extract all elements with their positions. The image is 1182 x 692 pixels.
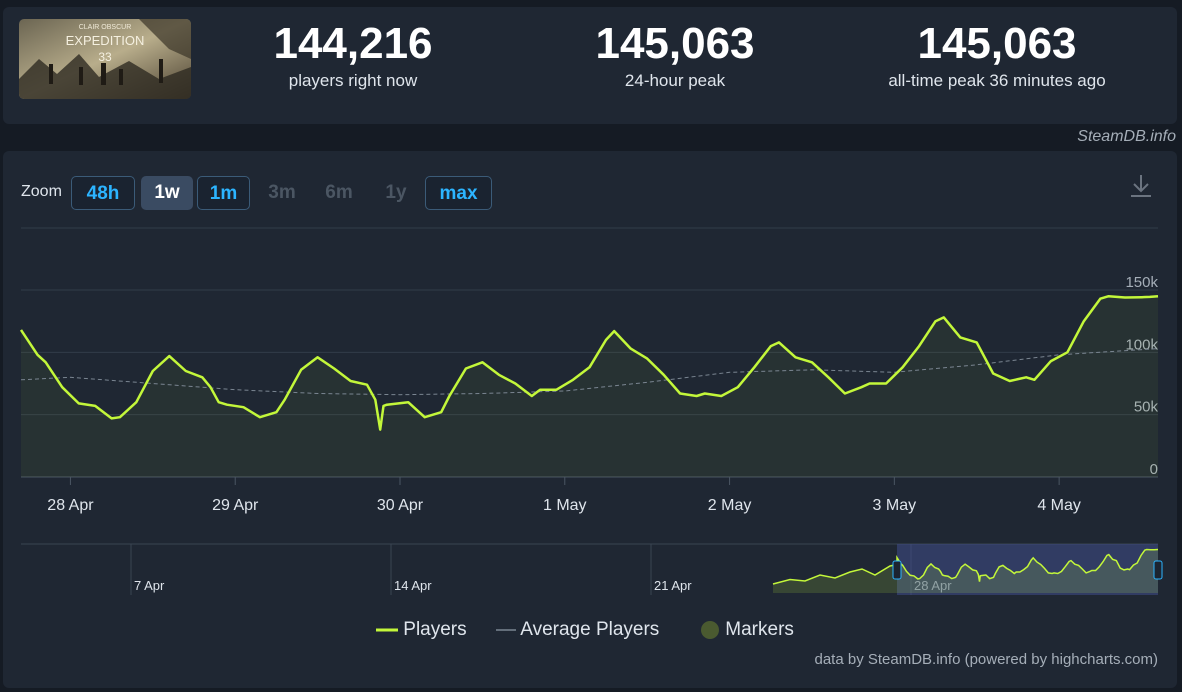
markers-legend-dot-icon <box>701 620 719 639</box>
legend-markers[interactable]: Markers <box>700 619 794 641</box>
x-axis-labels: 28 Apr 29 Apr 30 Apr 1 May 2 May 3 May 4 May <box>47 497 1081 514</box>
navigator[interactable]: 7 Apr14 Apr21 Apr28 Apr <box>21 543 1163 595</box>
highcharts-credit[interactable]: data by SteamDB.info (powered by highcha… <box>815 651 1159 668</box>
x-tick-label: 4 May <box>1037 497 1081 514</box>
legend-players[interactable]: Players <box>376 619 467 641</box>
players-legend-line-icon <box>376 628 398 632</box>
x-axis-ticks <box>69 477 1060 485</box>
chart-legend: Players Average Players Markers <box>0 619 1182 643</box>
x-tick-label: 3 May <box>873 497 917 514</box>
legend-players-label: Players <box>403 619 467 640</box>
legend-markers-label: Markers <box>725 619 794 640</box>
navigator-tick-label: 14 Apr <box>394 578 432 593</box>
y-tick-label: 150k <box>1125 274 1158 291</box>
x-tick-label: 30 Apr <box>377 497 424 514</box>
navigator-tick-label: 7 Apr <box>134 578 165 593</box>
x-tick-label: 29 Apr <box>212 497 259 514</box>
x-tick-label: 28 Apr <box>47 497 94 514</box>
navigator-tick-label: 21 Apr <box>654 578 692 593</box>
legend-average-players[interactable]: Average Players <box>496 619 659 641</box>
x-tick-label: 1 May <box>543 497 587 514</box>
x-tick-label: 2 May <box>708 497 752 514</box>
navigator-left-handle[interactable] <box>892 560 902 580</box>
average-legend-line-icon <box>496 629 516 631</box>
player-count-chart[interactable]: 050k100k150k 28 Apr 29 Apr 30 Apr 1 May 2 Ma… <box>0 0 1182 692</box>
legend-average-label: Average Players <box>520 619 660 640</box>
navigator-right-handle[interactable] <box>1153 560 1163 580</box>
